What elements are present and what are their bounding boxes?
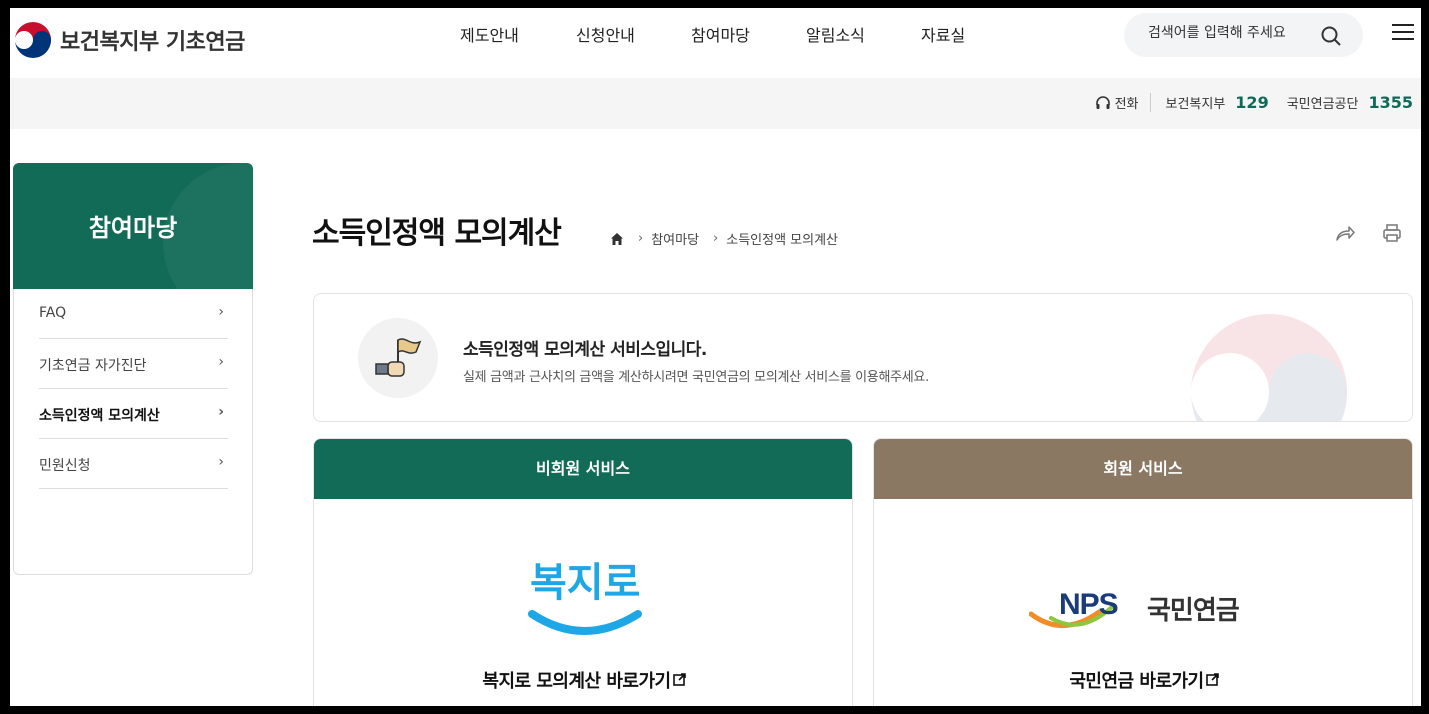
nav-item-participation[interactable]: 참여마당 bbox=[691, 22, 806, 46]
nav-item-news[interactable]: 알림소식 bbox=[806, 22, 921, 46]
phone-number-mohw[interactable]: 129 bbox=[1235, 93, 1268, 112]
phone-label: 전화 bbox=[1095, 93, 1152, 112]
nav-item-system[interactable]: 제도안내 bbox=[460, 22, 576, 46]
bokjiro-link[interactable]: 복지로 모의계산 바로가기 bbox=[314, 667, 852, 693]
sidebar-item-label: 기초연금 자가진단 bbox=[39, 358, 147, 374]
taegeuk-logo-icon bbox=[14, 21, 52, 59]
nav-item-library[interactable]: 자료실 bbox=[921, 22, 1036, 46]
card-header: 비회원 서비스 bbox=[314, 439, 852, 499]
breadcrumb-item[interactable]: 참여마당 bbox=[651, 229, 699, 248]
chevron-right-icon: › bbox=[218, 454, 224, 470]
external-link-icon bbox=[1205, 673, 1219, 686]
sidebar-item-complaint[interactable]: 민원신청 › bbox=[39, 439, 228, 489]
notice-box: 소득인정액 모의계산 서비스입니다. 실제 금액과 근사치의 금액을 계산하시려… bbox=[313, 293, 1413, 422]
sidebar-header: 참여마당 bbox=[13, 163, 253, 289]
member-service-card: 회원 서비스 NPS 국민연금 국민연금 바로가기 bbox=[873, 438, 1413, 706]
contact-bar: 전화 보건복지부 129 국민연금공단 1355 bbox=[10, 78, 1421, 129]
search-icon[interactable] bbox=[1320, 25, 1342, 47]
headset-icon bbox=[1095, 95, 1110, 109]
card-header: 회원 서비스 bbox=[874, 439, 1412, 499]
sidebar-item-label: 소득인정액 모의계산 bbox=[39, 408, 160, 424]
taegeuk-watermark-icon bbox=[1191, 314, 1347, 421]
home-icon[interactable] bbox=[610, 232, 624, 246]
breadcrumb-current: 소득인정액 모의계산 bbox=[726, 233, 839, 248]
bokjiro-link-label: 복지로 모의계산 바로가기 bbox=[482, 671, 671, 692]
chevron-right-icon: › bbox=[218, 354, 224, 370]
breadcrumb: › 참여마당 › 소득인정액 모의계산 bbox=[610, 229, 838, 248]
notice-title: 소득인정액 모의계산 서비스입니다. bbox=[463, 340, 707, 360]
site-name: 보건복지부 기초연금 bbox=[60, 30, 245, 55]
org-mohw: 보건복지부 bbox=[1165, 97, 1226, 112]
org-nps: 국민연금공단 bbox=[1286, 97, 1359, 112]
nps-logo[interactable]: NPS 국민연금 bbox=[1029, 584, 1261, 640]
nonmember-service-card: 비회원 서비스 복지로 복지로 모의계산 바로가기 bbox=[313, 438, 853, 706]
notice-description: 실제 금액과 근사치의 금액을 계산하시려면 국민연금의 모의계산 서비스를 이… bbox=[463, 370, 929, 385]
site-header: 보건복지부 기초연금 제도안내 신청안내 참여마당 알림소식 자료실 bbox=[10, 8, 1421, 78]
bokjiro-logo-text: 복지로 bbox=[530, 560, 640, 606]
nps-logo-text: NPS bbox=[1059, 588, 1119, 621]
chevron-right-icon: › bbox=[218, 304, 224, 320]
nps-link[interactable]: 국민연금 바로가기 bbox=[874, 667, 1412, 693]
print-icon[interactable] bbox=[1382, 223, 1402, 243]
sidebar-item-label: 민원신청 bbox=[39, 458, 91, 474]
external-link-icon bbox=[672, 673, 686, 686]
share-icon[interactable] bbox=[1334, 223, 1356, 243]
search-input[interactable] bbox=[1148, 25, 1318, 41]
search-box bbox=[1124, 13, 1363, 57]
breadcrumb-separator: › bbox=[638, 231, 644, 246]
nps-link-label: 국민연금 바로가기 bbox=[1069, 671, 1204, 692]
phone-number-nps[interactable]: 1355 bbox=[1368, 93, 1413, 112]
sidebar-item-income-calc[interactable]: 소득인정액 모의계산 › bbox=[39, 389, 228, 439]
sidebar-item-self-check[interactable]: 기초연금 자가진단 › bbox=[39, 339, 228, 389]
sidebar-title: 참여마당 bbox=[88, 214, 178, 242]
page-title: 소득인정액 모의계산 bbox=[312, 216, 562, 251]
nav-item-apply[interactable]: 신청안내 bbox=[576, 22, 691, 46]
sidebar-item-faq[interactable]: FAQ › bbox=[39, 289, 228, 339]
chevron-right-icon: › bbox=[218, 404, 224, 420]
hamburger-menu-icon[interactable] bbox=[1390, 22, 1414, 42]
phone-text: 전화 bbox=[1114, 97, 1139, 112]
breadcrumb-separator: › bbox=[713, 231, 719, 246]
nps-logo-korean: 국민연금 bbox=[1147, 596, 1240, 626]
main-nav: 제도안내 신청안내 참여마당 알림소식 자료실 bbox=[460, 22, 1036, 46]
bokjiro-logo[interactable]: 복지로 bbox=[526, 544, 644, 640]
sidebar-menu: FAQ › 기초연금 자가진단 › 소득인정액 모의계산 › 민원신청 › bbox=[13, 289, 253, 575]
contact-info: 전화 보건복지부 129 국민연금공단 1355 bbox=[1095, 93, 1413, 112]
browser-viewport: 보건복지부 기초연금 제도안내 신청안내 참여마당 알림소식 자료실 검색어를 … bbox=[10, 8, 1421, 706]
flag-hand-icon bbox=[375, 338, 422, 377]
notice-icon-bg bbox=[358, 318, 438, 398]
sidebar-item-label: FAQ bbox=[39, 305, 67, 321]
site-logo[interactable]: 보건복지부 기초연금 bbox=[14, 21, 245, 59]
